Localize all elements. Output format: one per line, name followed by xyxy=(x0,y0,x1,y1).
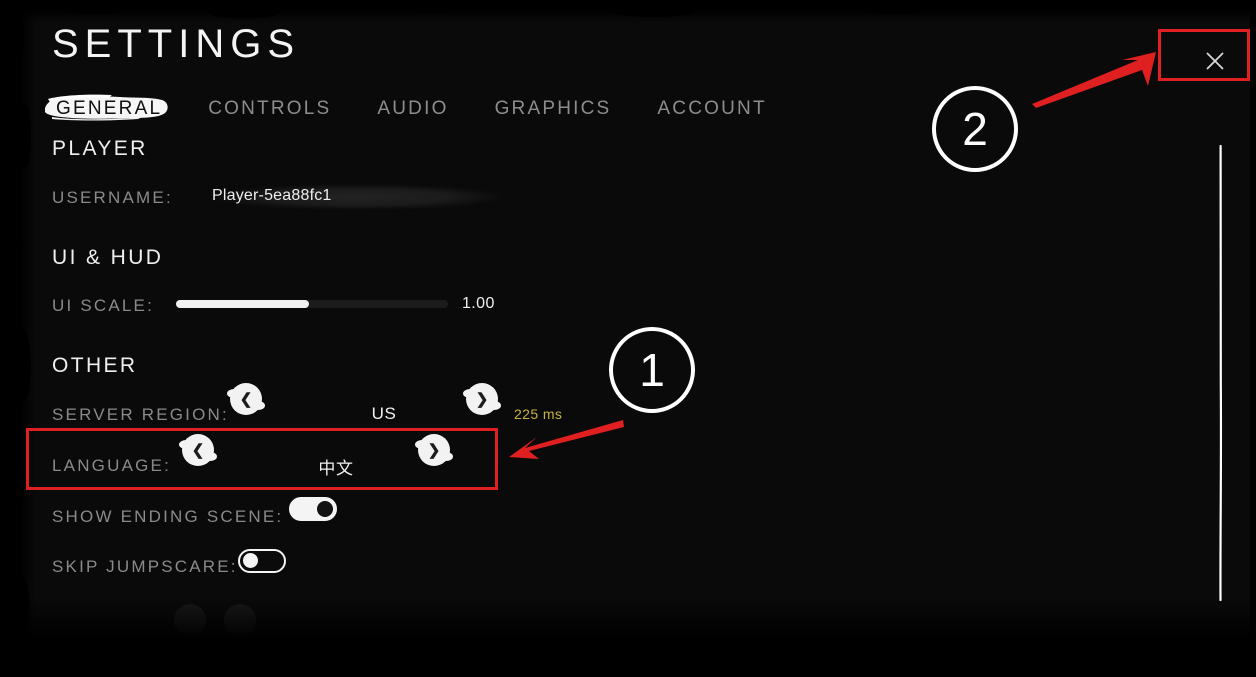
tab-graphics-label: GRAPHICS xyxy=(494,98,612,119)
language-label: LANGUAGE: xyxy=(52,456,171,475)
server-region-label: SERVER REGION: xyxy=(52,405,229,424)
server-region-value: US xyxy=(371,404,397,423)
tab-audio[interactable]: AUDIO xyxy=(373,96,452,122)
tab-controls[interactable]: CONTROLS xyxy=(204,96,335,122)
settings-tabs: GENERAL CONTROLS AUDIO GRAPHICS ACCOUNT xyxy=(45,94,771,122)
section-heading-other: OTHER xyxy=(52,354,138,377)
chevron-right-icon: ❯ xyxy=(427,441,441,459)
clipped-row-next-button xyxy=(224,604,256,636)
close-button[interactable] xyxy=(1194,40,1236,82)
username-value: Player-5ea88fc1 xyxy=(212,187,332,204)
chevron-left-icon: ❮ xyxy=(239,390,253,408)
server-region-prev-button[interactable]: ❮ xyxy=(227,383,265,415)
clipped-row-prev-button xyxy=(174,604,206,636)
toggle-knob xyxy=(317,501,333,517)
chevron-right-icon: ❯ xyxy=(475,390,489,408)
section-heading-player: PLAYER xyxy=(52,137,148,160)
settings-screen: SETTINGS GENERAL CONTROLS AUDIO GRAPHICS… xyxy=(0,0,1256,677)
ui-scale-slider[interactable] xyxy=(176,300,448,308)
tab-controls-label: CONTROLS xyxy=(208,98,332,119)
tab-graphics[interactable]: GRAPHICS xyxy=(491,96,616,122)
show-ending-scene-label: SHOW ENDING SCENE: xyxy=(52,507,284,526)
language-prev-button[interactable]: ❮ xyxy=(179,434,217,466)
tab-general-label: GENERAL xyxy=(56,98,163,119)
language-next-button[interactable]: ❯ xyxy=(415,434,453,466)
page-title: SETTINGS xyxy=(52,22,301,66)
tab-account[interactable]: ACCOUNT xyxy=(653,96,770,122)
ui-scale-label: UI SCALE: xyxy=(52,296,154,315)
toggle-knob xyxy=(243,553,258,568)
close-x-icon xyxy=(1203,49,1227,73)
section-heading-ui-hud: UI & HUD xyxy=(52,246,164,269)
server-ping-value: 225 ms xyxy=(514,406,563,422)
skip-jumpscare-toggle[interactable] xyxy=(238,549,286,573)
tab-audio-label: AUDIO xyxy=(377,98,449,119)
chevron-left-icon: ❮ xyxy=(191,441,205,459)
tab-general[interactable]: GENERAL xyxy=(45,94,168,122)
show-ending-scene-toggle[interactable] xyxy=(289,497,337,521)
username-label: USERNAME: xyxy=(52,188,173,207)
settings-panel: SETTINGS GENERAL CONTROLS AUDIO GRAPHICS… xyxy=(14,6,1250,666)
vertical-scrollbar[interactable] xyxy=(1218,144,1223,602)
language-value: 中文 xyxy=(318,459,354,478)
ui-scale-slider-fill xyxy=(176,300,310,308)
server-region-next-button[interactable]: ❯ xyxy=(463,383,501,415)
skip-jumpscare-label: SKIP JUMPSCARE: xyxy=(52,557,238,576)
panel-edge-bottom xyxy=(14,636,1250,666)
tab-account-label: ACCOUNT xyxy=(657,98,767,119)
panel-edge-left xyxy=(14,6,40,666)
ui-scale-value: 1.00 xyxy=(462,295,495,312)
